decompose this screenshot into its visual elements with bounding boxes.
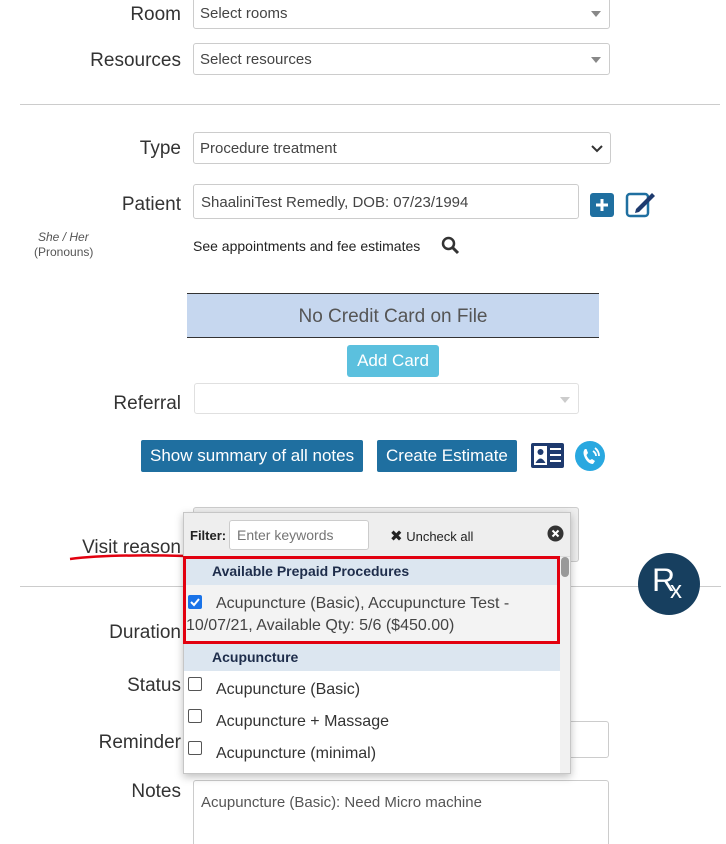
credit-card-status: No Credit Card on File	[298, 306, 488, 327]
dropdown-header: Filter: ✖ Uncheck all	[184, 513, 570, 557]
section-divider	[20, 104, 720, 105]
patient-input[interactable]: ShaaliniTest Remedly, DOB: 07/23/1994	[193, 184, 579, 219]
create-estimate-button[interactable]: Create Estimate	[377, 440, 517, 472]
add-card-button[interactable]: Add Card	[347, 345, 439, 377]
plus-icon	[596, 199, 608, 211]
scrollbar-thumb[interactable]	[561, 557, 569, 577]
checkbox[interactable]	[188, 741, 202, 755]
type-select[interactable]: Procedure treatment	[193, 132, 611, 164]
room-select[interactable]: Select rooms	[193, 0, 610, 29]
notes-label: Notes	[131, 781, 181, 802]
room-placeholder: Select rooms	[200, 5, 288, 22]
group-header-acupuncture: Acupuncture	[184, 643, 560, 671]
rx-letter-x: x	[670, 577, 682, 604]
caret-down-icon	[591, 11, 601, 17]
edit-patient-icon[interactable]	[625, 189, 657, 219]
uncheck-all-button[interactable]: ✖ Uncheck all	[390, 527, 473, 545]
credit-card-banner: No Credit Card on File	[187, 293, 599, 338]
reminder-label: Reminder	[98, 732, 181, 753]
checkbox[interactable]	[188, 677, 202, 691]
close-circle-icon[interactable]	[547, 525, 564, 542]
filter-label: Filter:	[190, 528, 227, 543]
resources-select[interactable]: Select resources	[193, 43, 610, 75]
create-estimate-label: Create Estimate	[386, 446, 508, 465]
referral-select[interactable]	[194, 383, 579, 414]
patient-label: Patient	[121, 194, 181, 215]
appointments-link-text: See appointments and fee estimates	[193, 238, 421, 254]
phone-call-icon[interactable]	[574, 440, 606, 472]
filter-input[interactable]	[229, 520, 369, 550]
resources-placeholder: Select resources	[200, 51, 312, 68]
list-item[interactable]: Acupuncture (Basic)	[184, 677, 560, 699]
pronouns-caption: (Pronouns)	[34, 245, 94, 259]
id-card-icon[interactable]	[530, 441, 565, 470]
patient-value: ShaaliniTest Remedly, DOB: 07/23/1994	[201, 194, 469, 211]
appointments-link[interactable]: See appointments and fee estimates	[193, 238, 420, 254]
checkbox[interactable]	[188, 709, 202, 723]
notes-textarea[interactable]: Acupuncture (Basic): Need Micro machine	[193, 780, 609, 844]
status-label: Status	[127, 675, 181, 696]
option-label: Acupuncture (Basic)	[216, 681, 361, 698]
search-icon[interactable]	[441, 236, 460, 255]
type-value: Procedure treatment	[200, 140, 337, 157]
annotation-underline	[69, 554, 187, 561]
caret-down-icon	[560, 397, 570, 403]
rx-icon[interactable]: R x	[638, 553, 700, 615]
room-label: Room	[130, 4, 181, 25]
option-label: Acupuncture + Massage	[216, 713, 389, 730]
show-summary-button[interactable]: Show summary of all notes	[141, 440, 364, 472]
resources-label: Resources	[90, 50, 181, 71]
pronouns-value: She / Her	[38, 230, 89, 244]
section-divider	[20, 586, 183, 587]
duration-label: Duration	[109, 622, 181, 643]
annotation-highlight-box	[183, 556, 560, 644]
add-patient-button[interactable]	[590, 193, 614, 217]
uncheck-all-label: Uncheck all	[406, 529, 474, 544]
caret-down-icon	[591, 57, 601, 63]
x-mark-icon: ✖	[390, 528, 403, 545]
type-label: Type	[139, 138, 181, 159]
dropdown-scrollbar[interactable]	[560, 557, 570, 773]
show-summary-label: Show summary of all notes	[150, 446, 355, 465]
add-card-label: Add Card	[357, 351, 429, 370]
referral-label: Referral	[113, 393, 181, 414]
option-label: Acupuncture (minimal)	[216, 745, 377, 762]
chevron-down-icon	[591, 145, 603, 153]
notes-value: Acupuncture (Basic): Need Micro machine	[201, 794, 482, 811]
list-item[interactable]: Acupuncture + Massage	[184, 709, 560, 731]
list-item[interactable]: Acupuncture (minimal)	[184, 741, 560, 763]
